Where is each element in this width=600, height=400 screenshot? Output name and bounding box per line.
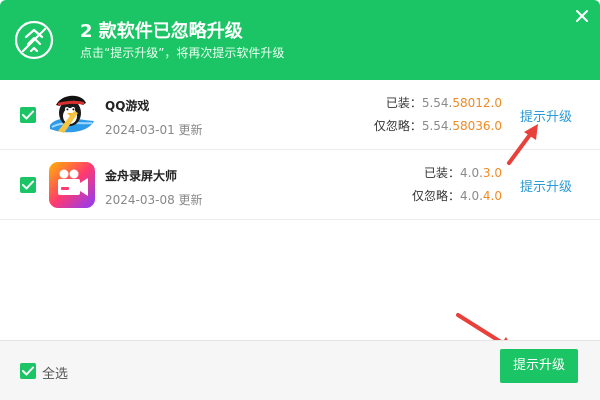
dialog-header: 2 款软件已忽略升级 点击“提示升级”，将再次提示软件升级 bbox=[0, 0, 600, 80]
prompt-upgrade-button[interactable]: 提示升级 bbox=[500, 349, 578, 383]
list-item: QQ游戏 2024-03-01 更新 已装：5.54.58012.0 仅忽略：5… bbox=[0, 80, 600, 150]
prompt-upgrade-link[interactable]: 提示升级 bbox=[520, 176, 572, 195]
app-checkbox[interactable] bbox=[20, 107, 36, 123]
list-item: 金舟录屏大师 2024-03-08 更新 已装：4.0.3.0 仅忽略：4.0.… bbox=[0, 150, 600, 220]
app-update-date: 2024-03-08 更新 bbox=[105, 193, 203, 207]
screen-recorder-camera-icon bbox=[49, 162, 95, 208]
checkmark-icon bbox=[22, 366, 34, 376]
ignore-upgrade-icon bbox=[14, 20, 54, 60]
app-name: 金舟录屏大师 bbox=[105, 169, 178, 183]
dialog-footer: 全选 提示升级 bbox=[0, 340, 600, 400]
dialog-title: 2 款软件已忽略升级 bbox=[80, 21, 243, 42]
app-update-date: 2024-03-01 更新 bbox=[105, 123, 203, 137]
checkmark-icon bbox=[22, 110, 34, 120]
ignored-version: 仅忽略：4.0.4.0 bbox=[411, 189, 502, 203]
ignored-version: 仅忽略：5.54.58036.0 bbox=[373, 119, 502, 133]
dialog-subtitle: 点击“提示升级”，将再次提示软件升级 bbox=[80, 46, 285, 60]
qq-game-penguin-icon bbox=[50, 95, 94, 133]
checkmark-icon bbox=[22, 180, 34, 190]
select-all-label[interactable]: 全选 bbox=[42, 363, 68, 382]
app-name: QQ游戏 bbox=[105, 99, 150, 113]
close-icon[interactable] bbox=[574, 8, 590, 24]
installed-version: 已装：4.0.3.0 bbox=[423, 166, 502, 180]
prompt-upgrade-link[interactable]: 提示升级 bbox=[520, 106, 572, 125]
select-all-checkbox[interactable] bbox=[20, 363, 36, 379]
app-list: QQ游戏 2024-03-01 更新 已装：5.54.58012.0 仅忽略：5… bbox=[0, 80, 600, 220]
app-checkbox[interactable] bbox=[20, 177, 36, 193]
installed-version: 已装：5.54.58012.0 bbox=[385, 96, 502, 110]
